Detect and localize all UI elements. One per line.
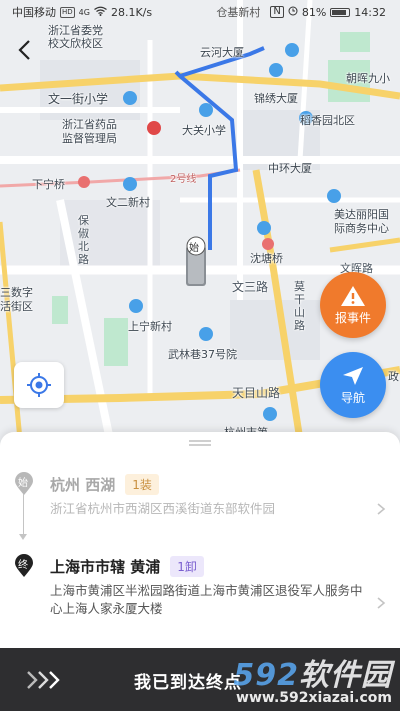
- map-label-poi: 三数字 活街区: [0, 286, 33, 313]
- report-event-button[interactable]: 报事件: [320, 272, 386, 338]
- route-connector: [23, 494, 24, 538]
- map-label-poi: 文一街小学: [48, 92, 109, 106]
- map-label-poi: 浙江省药品 监督管理局: [62, 118, 117, 145]
- unload-tag: 1卸: [170, 556, 204, 577]
- arrive-slider[interactable]: 我已到达终点 592软件园 www.592xiazai.com: [0, 648, 400, 711]
- truck-marker: 始: [182, 236, 210, 288]
- clock-icon: [288, 6, 298, 19]
- map-label-poi: 云河大厦: [200, 46, 244, 59]
- network-type: 4G: [78, 7, 90, 17]
- clock-time: 14:32: [354, 5, 386, 19]
- map-label-poi: 锦绣大厦: [254, 92, 298, 105]
- map-label-poi: 文二新村: [106, 196, 150, 209]
- battery-icon: [330, 7, 351, 17]
- navigation-label: 导航: [340, 390, 365, 405]
- map-label-metro: 2号线: [170, 174, 197, 185]
- load-tag: 1装: [125, 474, 159, 495]
- map-label-road: 保 俶 北 路: [78, 214, 89, 266]
- watermark-number: 592: [233, 658, 299, 693]
- map-label-poi: 大关小学: [182, 124, 226, 137]
- map-label-road: 天目山路: [232, 386, 281, 400]
- origin-address: 浙江省杭州市西湖区西溪街道东部软件园: [50, 501, 276, 516]
- chevron-right-icon: [377, 597, 386, 609]
- locate-button[interactable]: [14, 362, 64, 408]
- watermark-text: 软件园: [299, 658, 392, 693]
- truck-start-badge: 始: [189, 243, 199, 254]
- hd-badge: HD: [60, 6, 75, 18]
- map-label-poi: 朝晖九小: [346, 72, 390, 85]
- destination-name: 上海市市辖 黄浦: [50, 558, 161, 576]
- map-label-poi: 武林巷37号院: [168, 348, 237, 361]
- watermark-logo: 592软件园 www.592xiazai.com: [233, 650, 392, 706]
- map-label-poi: 沈塘桥: [250, 252, 283, 265]
- report-event-label: 报事件: [334, 310, 371, 325]
- origin-marker-text: 始: [18, 478, 28, 489]
- map-label-road: 莫 干 山 路: [294, 280, 305, 332]
- route-sheet: 始 杭州 西湖 1装 浙江省杭州市西湖区西溪街道东部软件园 终 上海市市辖 黄浦…: [0, 432, 400, 652]
- arrive-label: 我已到达终点: [134, 673, 242, 693]
- nfc-icon: N: [270, 6, 284, 18]
- map-label-poi: 下宁桥: [32, 178, 65, 191]
- battery-percent: 81%: [301, 5, 327, 19]
- back-arrow-icon: [18, 40, 30, 60]
- wifi-icon: [94, 6, 107, 19]
- route-arrow-icon: [19, 534, 27, 540]
- origin-name: 杭州 西湖: [50, 476, 116, 494]
- network-speed: 28.1K/s: [110, 5, 153, 19]
- origin-marker-icon: 始: [14, 472, 34, 496]
- notification-label: 仓基新村: [216, 6, 261, 19]
- paper-plane-icon: [343, 366, 363, 385]
- double-chevron-icon: [26, 670, 66, 690]
- warning-icon: [341, 285, 365, 306]
- navigation-button[interactable]: 导航: [320, 352, 386, 418]
- sheet-drag-handle[interactable]: [189, 440, 211, 446]
- destination-marker-icon: 终: [14, 554, 34, 578]
- map-label-road: 文三路: [232, 280, 269, 294]
- map-label-poi: 中环大厦: [268, 162, 312, 175]
- status-bar: 中国移动 HD 4G 28.1K/s 仓基新村 N 81% 14:32: [0, 0, 400, 24]
- map-label-poi: 浙江省委党 校文欣校区: [48, 24, 103, 50]
- map-label-poi: 稻香园北区: [300, 114, 355, 127]
- crosshair-icon: [27, 373, 51, 397]
- destination-marker-text: 终: [18, 560, 28, 571]
- map-label-poi: 上宁新村: [128, 320, 172, 333]
- back-button[interactable]: [10, 36, 38, 64]
- watermark-url: www.592xiazai.com: [236, 690, 392, 706]
- map-label-poi: 美达丽阳国 际商务中心: [334, 208, 389, 235]
- map-label-poi: 政: [388, 370, 399, 383]
- carrier-name: 中国移动: [12, 6, 56, 19]
- chevron-right-icon: [377, 503, 386, 515]
- destination-address: 上海市黄浦区半淞园路街道上海市黄浦区退役军人服务中心上海人家永厦大楼: [50, 583, 363, 616]
